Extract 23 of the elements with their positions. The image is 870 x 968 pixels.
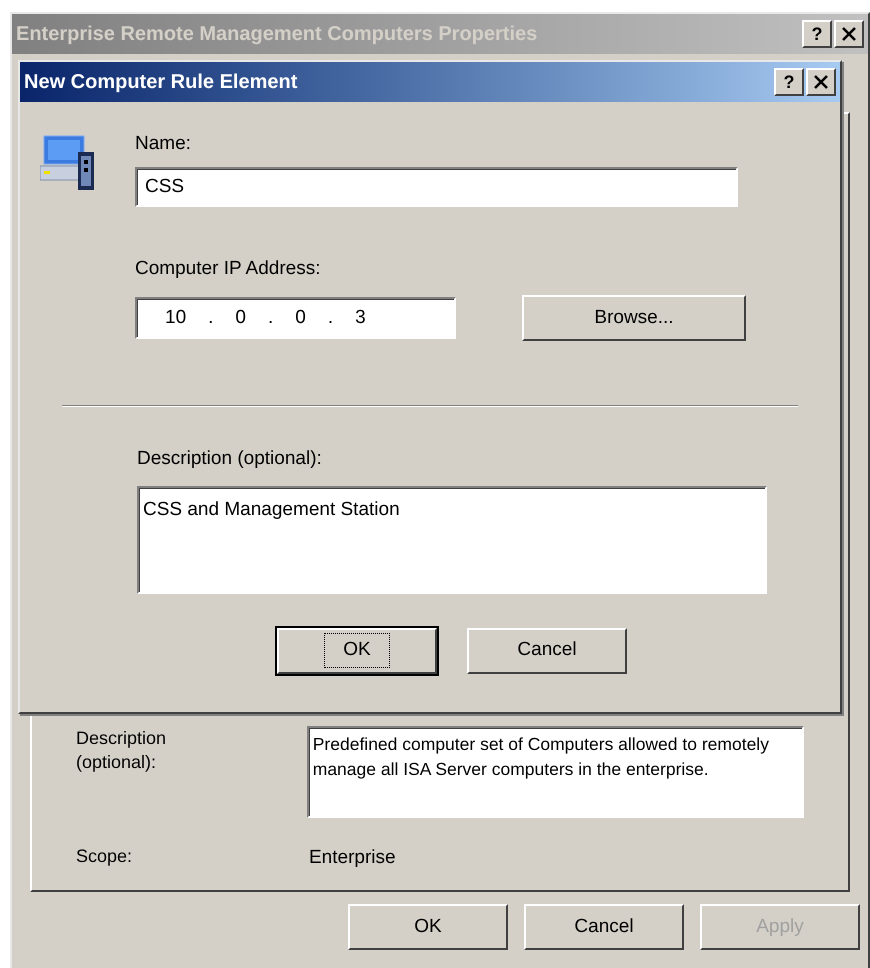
description-text: Predefined computer set of Computers allowed to remotely manage all ISA Server computers in the enterprise. [312, 734, 769, 778]
dialog-button[interactable]: Browse... [522, 295, 746, 341]
dialog-button[interactable]: OK [348, 904, 508, 950]
close-button[interactable] [834, 20, 864, 48]
help-button[interactable]: ? [774, 68, 804, 96]
description-field[interactable]: CSS and Management Station [137, 486, 767, 594]
scope-value: Enterprise [309, 846, 396, 870]
dialog-button[interactable]: Cancel [467, 628, 627, 674]
field-label: Description (optional): [76, 726, 168, 774]
description-label: Description (optional): [137, 447, 323, 471]
help-button[interactable]: ? [802, 20, 832, 48]
window-title: New Computer Rule Element [24, 70, 298, 95]
close-button[interactable] [806, 68, 836, 96]
name-field[interactable]: CSS [135, 166, 738, 206]
dialog-button[interactable]: Cancel [524, 904, 684, 950]
description-value: CSS and Management Station [143, 498, 400, 520]
ip-label: Computer IP Address: [135, 256, 322, 280]
close-icon [813, 75, 829, 89]
dialog-button[interactable]: OK [277, 628, 437, 674]
name-label: Name: [135, 132, 192, 156]
ip-address-field[interactable]: 10 . 0 . 0 . 3 [135, 297, 456, 339]
close-icon [841, 27, 857, 41]
field-label: Scope: [76, 844, 134, 868]
